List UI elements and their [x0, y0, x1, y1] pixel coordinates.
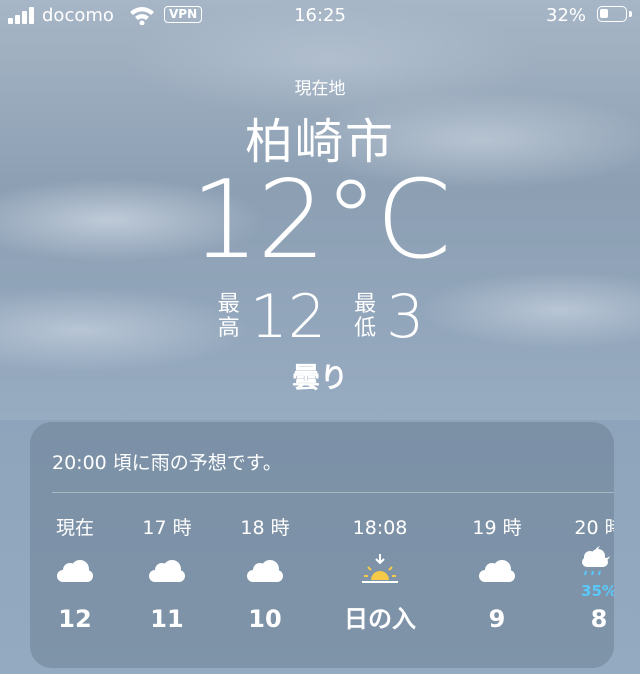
cloud-icon: [30, 542, 120, 604]
hour-label: 20 時: [574, 517, 614, 539]
hourly-forecast-card[interactable]: 20:00 頃に雨の予想です。 現在 12 17 時 11 18 時 10 18…: [30, 422, 614, 668]
hour-label: 19 時: [472, 517, 522, 539]
cloud-moon-rain-icon: 35%: [554, 542, 614, 604]
sunset-icon: [316, 542, 444, 604]
hour-temp: 11: [150, 605, 184, 633]
hour-label: 現在: [55, 517, 94, 539]
low-value: 3: [386, 282, 425, 352]
battery-percent: 32%: [546, 5, 587, 26]
hour-temp: 8: [590, 605, 608, 633]
battery-icon: [597, 6, 627, 22]
hour-item: 18 時 10: [220, 514, 310, 634]
card-divider: [52, 492, 614, 493]
cloud-icon: [220, 542, 310, 604]
hour-label: 17 時: [142, 517, 192, 539]
precip-chance: 35%: [581, 582, 614, 600]
hour-item: 17 時 11: [122, 514, 212, 634]
condition-text: 曇り: [291, 361, 348, 394]
forecast-message: 20:00 頃に雨の予想です。: [52, 452, 282, 474]
hour-temp: 9: [488, 605, 506, 633]
cloud-icon: [452, 542, 542, 604]
hour-item: 現在 12: [30, 514, 120, 634]
hour-temp: 12: [58, 605, 92, 633]
status-bar: docomo VPN 16:25 32%: [0, 0, 640, 32]
sunset-label: 日の入: [344, 605, 416, 633]
hour-temp: 10: [248, 605, 282, 633]
high-label: 最高: [217, 292, 240, 341]
current-temperature: 12°C: [190, 158, 452, 283]
low-label: 最低: [354, 292, 377, 341]
high-low: 最高 12 最低 3: [0, 282, 640, 352]
hour-label: 18 時: [240, 517, 290, 539]
battery-cap: [629, 11, 632, 17]
hour-item: 20 時 35% 8: [554, 514, 614, 634]
location-label: 現在地: [294, 79, 346, 99]
hour-label: 18:08: [352, 517, 408, 539]
hour-item: 19 時 9: [452, 514, 542, 634]
status-time: 16:25: [294, 5, 346, 26]
high-value: 12: [249, 282, 327, 352]
hour-item: 18:08 日の入: [316, 514, 444, 634]
cloud-icon: [122, 542, 212, 604]
